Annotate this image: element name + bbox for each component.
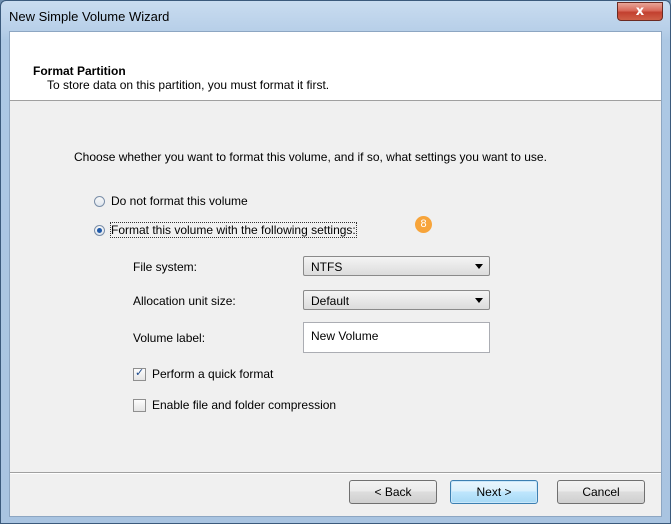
checkbox-checked-icon[interactable] bbox=[133, 366, 146, 381]
dropdown-arrow-icon bbox=[475, 264, 483, 269]
next-button[interactable]: Next > bbox=[450, 480, 538, 504]
volume-label-input[interactable]: New Volume bbox=[303, 322, 490, 353]
window-title: New Simple Volume Wizard bbox=[9, 9, 170, 24]
allocation-unit-value: Default bbox=[311, 294, 350, 308]
quick-format-checkbox-row[interactable]: Perform a quick format bbox=[133, 366, 273, 381]
volume-label-label: Volume label: bbox=[133, 331, 206, 345]
allocation-unit-dropdown[interactable]: Default bbox=[303, 290, 490, 310]
file-system-value: NTFS bbox=[311, 260, 343, 274]
compression-checkbox-row[interactable]: Enable file and folder compression bbox=[133, 398, 336, 412]
cancel-button[interactable]: Cancel bbox=[557, 480, 645, 504]
dropdown-arrow-icon bbox=[475, 298, 483, 303]
radio-do-not-format[interactable]: Do not format this volume bbox=[94, 194, 248, 208]
close-button[interactable]: x bbox=[617, 2, 663, 21]
step-badge: 8 bbox=[415, 216, 432, 233]
quick-format-label[interactable]: Perform a quick format bbox=[152, 367, 273, 381]
close-icon: x bbox=[635, 4, 645, 19]
back-button[interactable]: < Back bbox=[349, 480, 437, 504]
instruction-text: Choose whether you want to format this v… bbox=[74, 150, 547, 164]
title-bar[interactable]: New Simple Volume Wizard x bbox=[1, 1, 670, 31]
file-system-dropdown[interactable]: NTFS bbox=[303, 256, 490, 276]
page-subtitle: To store data on this partition, you mus… bbox=[47, 78, 330, 92]
wizard-header: Format Partition To store data on this p… bbox=[10, 32, 661, 101]
file-system-label: File system: bbox=[133, 260, 198, 274]
footer-divider bbox=[10, 472, 661, 474]
radio-button-selected-icon[interactable] bbox=[94, 224, 105, 236]
radio-do-not-format-label[interactable]: Do not format this volume bbox=[111, 194, 248, 208]
checkbox-unchecked-icon[interactable] bbox=[133, 398, 146, 412]
radio-format-volume[interactable]: Format this volume with the following se… bbox=[94, 222, 357, 238]
radio-button-icon[interactable] bbox=[94, 195, 105, 207]
wizard-client-area: Format Partition To store data on this p… bbox=[9, 31, 662, 517]
wizard-window: New Simple Volume Wizard x Format Partit… bbox=[0, 0, 671, 524]
allocation-unit-label: Allocation unit size: bbox=[133, 294, 236, 308]
page-title: Format Partition bbox=[33, 64, 126, 78]
compression-label[interactable]: Enable file and folder compression bbox=[152, 398, 336, 412]
radio-format-volume-label[interactable]: Format this volume with the following se… bbox=[110, 222, 357, 238]
